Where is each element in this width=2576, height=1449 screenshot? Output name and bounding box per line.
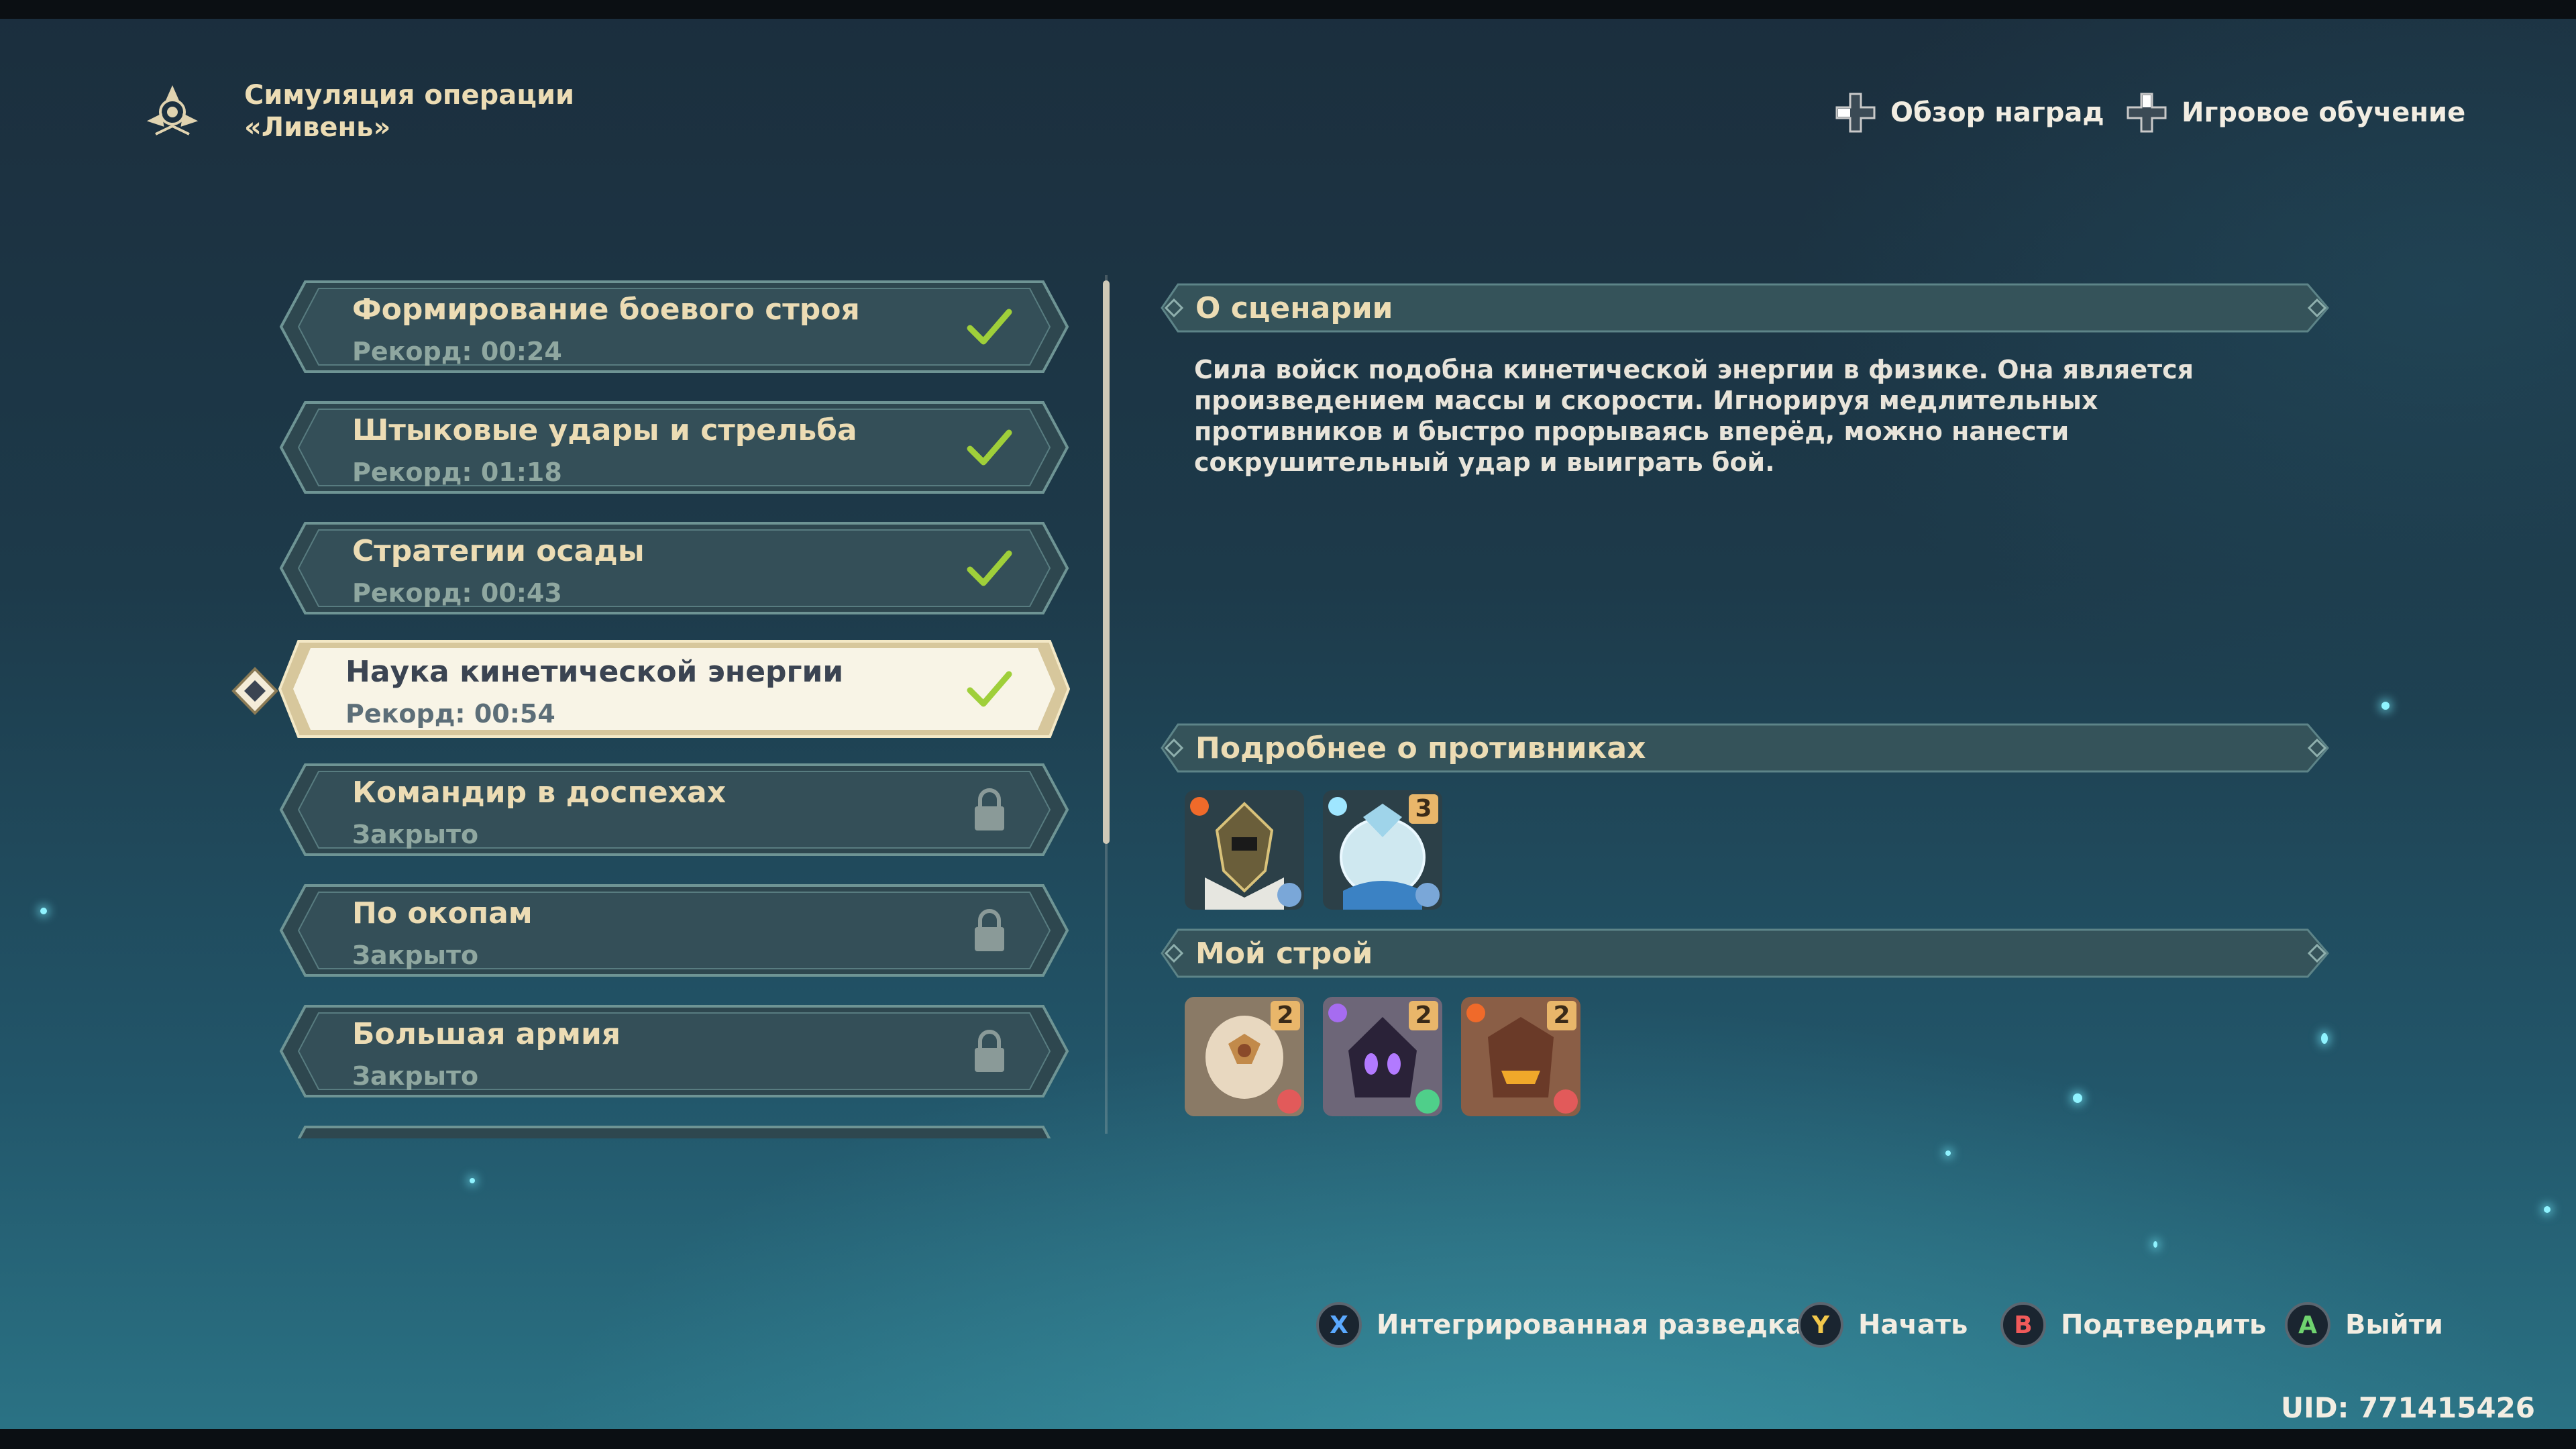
page-title: Симуляция операции «Ливень»: [244, 79, 574, 144]
stage-record: Рекорд: 00:43: [352, 578, 562, 608]
section-scenario-header: О сценарии: [1161, 282, 2331, 334]
particle: [2073, 1093, 2082, 1103]
lock-icon: [975, 909, 1004, 951]
b-button-icon: B: [2000, 1302, 2046, 1348]
particle: [2544, 1206, 2551, 1213]
y-button-icon: Y: [1798, 1302, 1843, 1348]
letterbox-top: [0, 0, 2576, 19]
particle: [2321, 1033, 2328, 1044]
stage-name: По окопам: [352, 896, 533, 930]
stage-name: Наука кинетической энергии: [345, 655, 844, 689]
stage-name: Формирование боевого строя: [352, 292, 860, 327]
particle: [470, 1178, 475, 1183]
start-label: Начать: [1858, 1309, 1968, 1340]
section-enemies-header: Подробнее о противниках: [1161, 722, 2331, 774]
lock-icon: [975, 788, 1004, 830]
dpad-up-icon: [2127, 93, 2167, 133]
particle: [1945, 1150, 1951, 1156]
stage-record: Рекорд: 00:54: [345, 699, 555, 729]
confirm-button[interactable]: B Подтвердить: [2000, 1301, 2266, 1348]
rewards-overview-label: Обзор наград: [1890, 97, 2104, 128]
checkmark-icon: [967, 309, 1012, 345]
checkmark-icon: [967, 671, 1012, 707]
a-button-icon: A: [2285, 1302, 2330, 1348]
dpad-left-icon: [1835, 93, 1876, 133]
stage-name: Большая армия: [352, 1017, 621, 1051]
exit-label: Выйти: [2345, 1309, 2443, 1340]
formation-card-lava[interactable]: 2: [1461, 997, 1580, 1116]
stage-item[interactable]: Большая армия Закрыто: [278, 1001, 1070, 1102]
x-button-icon: X: [1316, 1302, 1362, 1348]
scrollbar-thumb[interactable]: [1103, 280, 1110, 844]
particle: [40, 908, 47, 914]
stage-item[interactable]: Формирование боевого строя Рекорд: 00:24: [278, 276, 1070, 377]
section-title: О сценарии: [1195, 291, 1393, 325]
formation-card-hilichurl[interactable]: 2: [1185, 997, 1304, 1116]
stage-record: Рекорд: 00:24: [352, 337, 562, 366]
particle: [2381, 702, 2390, 710]
section-title: Подробнее о противниках: [1195, 731, 1646, 765]
stage-item[interactable]: Командир в доспехах Закрыто: [278, 759, 1070, 860]
stage-record: Закрыто: [352, 1061, 479, 1091]
stage-item-selected[interactable]: Наука кинетической энергии Рекорд: 00:54: [278, 639, 1070, 739]
enemy-card-armored[interactable]: [1185, 790, 1304, 910]
page-title-line1: Симуляция операции: [244, 80, 574, 111]
enemy-card-cryo-slime[interactable]: 3: [1323, 790, 1442, 910]
page-title-line2: «Ливень»: [244, 112, 391, 143]
intel-button[interactable]: X Интегрированная разведка: [1316, 1301, 1804, 1348]
tutorial-label: Игровое обучение: [2182, 97, 2466, 128]
scenario-description: Сила войск подобна кинетической энергии …: [1194, 355, 2194, 477]
rewards-overview-button[interactable]: Обзор наград: [1834, 93, 2104, 133]
particle: [2153, 1241, 2157, 1248]
stage-record: Закрыто: [352, 941, 479, 970]
stage-name: Командир в доспехах: [352, 775, 727, 810]
stage-name: Стратегии осады: [352, 534, 645, 568]
checkmark-icon: [967, 550, 1012, 586]
stage-frame: [297, 1126, 1051, 1138]
exit-button[interactable]: A Выйти: [2285, 1301, 2443, 1348]
stage-item[interactable]: По окопам Закрыто: [278, 880, 1070, 981]
unit-count-badge: 2: [1547, 1001, 1576, 1030]
unit-count-badge: 3: [1409, 794, 1438, 824]
section-title: Мой строй: [1195, 936, 1373, 971]
formation-card-shadow[interactable]: 2: [1323, 997, 1442, 1116]
stage-list: Формирование боевого строя Рекорд: 00:24…: [265, 276, 1090, 1138]
unit-count-badge: 2: [1409, 1001, 1438, 1030]
stage-name: Штыковые удары и стрельба: [352, 413, 857, 447]
lock-icon: [975, 1030, 1004, 1072]
stage-item-partial[interactable]: [278, 1122, 1070, 1138]
intel-label: Интегрированная разведка: [1377, 1309, 1805, 1340]
stage-record: Рекорд: 01:18: [352, 458, 562, 487]
tutorial-button[interactable]: Игровое обучение: [2125, 93, 2465, 133]
unit-count-badge: 2: [1271, 1001, 1300, 1030]
stage-item[interactable]: Штыковые удары и стрельба Рекорд: 01:18: [278, 397, 1070, 498]
checkmark-icon: [967, 429, 1012, 466]
confirm-label: Подтвердить: [2061, 1309, 2267, 1340]
section-formation-header: Мой строй: [1161, 927, 2331, 979]
armored-enemy-icon: [1185, 790, 1304, 910]
operation-emblem-icon: [146, 85, 199, 136]
stage-record: Закрыто: [352, 820, 479, 849]
uid-label: UID: 771415426: [2281, 1391, 2536, 1424]
letterbox-bottom: [0, 1429, 2576, 1449]
start-button[interactable]: Y Начать: [1798, 1301, 1968, 1348]
stage-item[interactable]: Стратегии осады Рекорд: 00:43: [278, 518, 1070, 619]
